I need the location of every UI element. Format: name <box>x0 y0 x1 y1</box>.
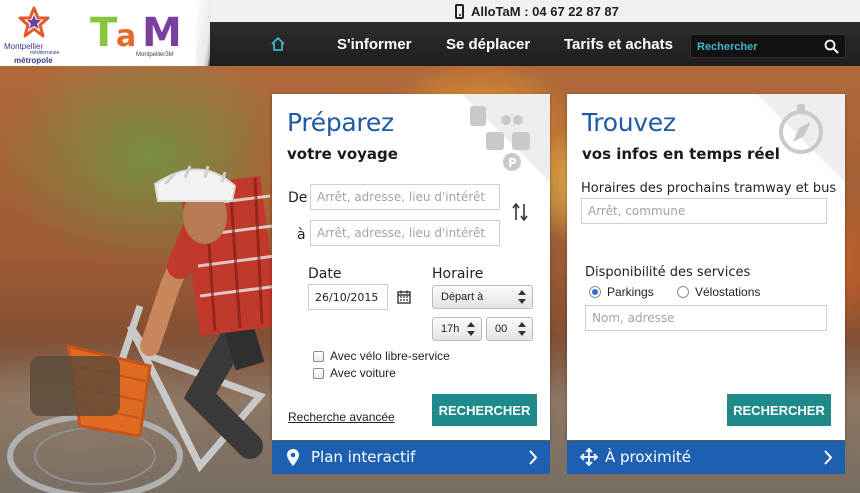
journey-subtitle: votre voyage <box>287 145 398 163</box>
nav-se-deplacer[interactable]: Se déplacer <box>446 22 530 66</box>
nearby-bar[interactable]: À proximité <box>567 441 845 474</box>
realtime-subtitle: vos infos en temps réel <box>582 145 780 163</box>
interactive-map-bar[interactable]: Plan interactif <box>272 441 550 474</box>
services-input[interactable] <box>592 311 820 325</box>
compass-icon <box>779 104 823 154</box>
schedules-field <box>581 198 827 224</box>
nearby-label: À proximité <box>605 448 692 466</box>
nav-tarifs-achats[interactable]: Tarifs et achats <box>564 22 673 66</box>
home-icon[interactable] <box>270 36 286 52</box>
bike-checkbox[interactable] <box>313 350 324 362</box>
velostations-label: Vélostations <box>695 285 761 299</box>
swap-direction-icon[interactable] <box>512 202 528 222</box>
option-car[interactable]: Avec voiture <box>313 366 396 380</box>
logo-text-metropole: métropole <box>14 56 53 65</box>
journey-title: Préparez <box>287 108 394 137</box>
svg-text:M: M <box>142 10 182 53</box>
to-input[interactable] <box>317 226 493 240</box>
option-bike[interactable]: Avec vélo libre-service <box>313 349 450 363</box>
interactive-map-label: Plan interactif <box>311 448 416 466</box>
updown-arrows-icon <box>518 322 526 336</box>
schedules-input[interactable] <box>588 204 820 218</box>
minute-value: 00 <box>495 323 508 335</box>
svg-text:T: T <box>90 10 118 53</box>
realtime-search-button[interactable]: RECHERCHER <box>727 394 831 426</box>
transport-modes-icon: P <box>470 106 530 171</box>
to-field <box>310 220 500 246</box>
date-field: 26/10/2015 <box>308 284 388 310</box>
time-mode-value: Départ à <box>441 291 484 303</box>
bike-option-label: Avec vélo libre-service <box>330 349 450 363</box>
time-label: Horaire <box>432 266 484 282</box>
from-label: De <box>288 190 308 206</box>
calendar-icon[interactable] <box>397 290 411 304</box>
updown-arrows-icon <box>518 290 526 304</box>
phone-icon <box>455 3 464 19</box>
tam-wordmark-icon: T a M <box>90 10 182 56</box>
tam-logo[interactable]: T a M Montpellier3M <box>90 8 190 63</box>
date-value[interactable]: 26/10/2015 <box>315 291 378 304</box>
journey-search-button[interactable]: RECHERCHER <box>432 394 537 426</box>
radio-parkings-option[interactable]: Parkings <box>589 285 654 299</box>
velostations-radio[interactable] <box>677 286 689 298</box>
realtime-info-card: Trouvez vos infos en temps réel Horaires… <box>567 94 845 440</box>
phone-text: AlloTaM : 04 67 22 87 87 <box>471 3 619 19</box>
nav-sinformer[interactable]: S'informer <box>337 22 411 66</box>
date-label: Date <box>308 266 342 282</box>
from-input[interactable] <box>317 190 493 204</box>
schedules-label: Horaires des prochains tramway et bus <box>581 181 837 196</box>
from-field <box>310 184 500 210</box>
radio-velostations-option[interactable]: Vélostations <box>677 285 760 299</box>
tam-subtitle: Montpellier3M <box>136 52 174 58</box>
allotam-phone[interactable]: AlloTaM : 04 67 22 87 87 <box>455 1 619 21</box>
car-option-label: Avec voiture <box>330 366 396 380</box>
advanced-search-link[interactable]: Recherche avancée <box>288 410 395 424</box>
site-search <box>690 34 846 58</box>
site-search-input[interactable] <box>691 36 815 58</box>
journey-planner-card: P Préparez votre voyage De à Date 26/10/… <box>272 94 550 440</box>
parkings-label: Parkings <box>607 285 654 299</box>
hour-select[interactable]: 17h <box>432 317 482 341</box>
services-field <box>585 305 827 331</box>
search-icon[interactable] <box>824 39 839 54</box>
to-label: à <box>297 227 306 243</box>
hour-value: 17h <box>441 323 460 335</box>
updown-arrows-icon <box>467 322 475 336</box>
move-arrows-icon <box>580 448 598 466</box>
realtime-title: Trouvez <box>582 108 676 137</box>
car-checkbox[interactable] <box>313 367 324 379</box>
star-logo-icon <box>18 6 50 38</box>
svg-text:P: P <box>508 156 517 170</box>
minute-select[interactable]: 00 <box>486 317 533 341</box>
time-mode-select[interactable]: Départ à <box>432 285 533 309</box>
chevron-right-icon <box>529 450 538 465</box>
svg-text:a: a <box>116 19 136 53</box>
parkings-radio[interactable] <box>589 286 601 298</box>
montpellier-metropole-logo[interactable]: Montpellier méditerranée métropole <box>4 6 66 65</box>
chevron-right-icon <box>824 450 833 465</box>
services-label: Disponibilité des services <box>585 265 751 280</box>
map-pin-icon <box>287 449 299 466</box>
